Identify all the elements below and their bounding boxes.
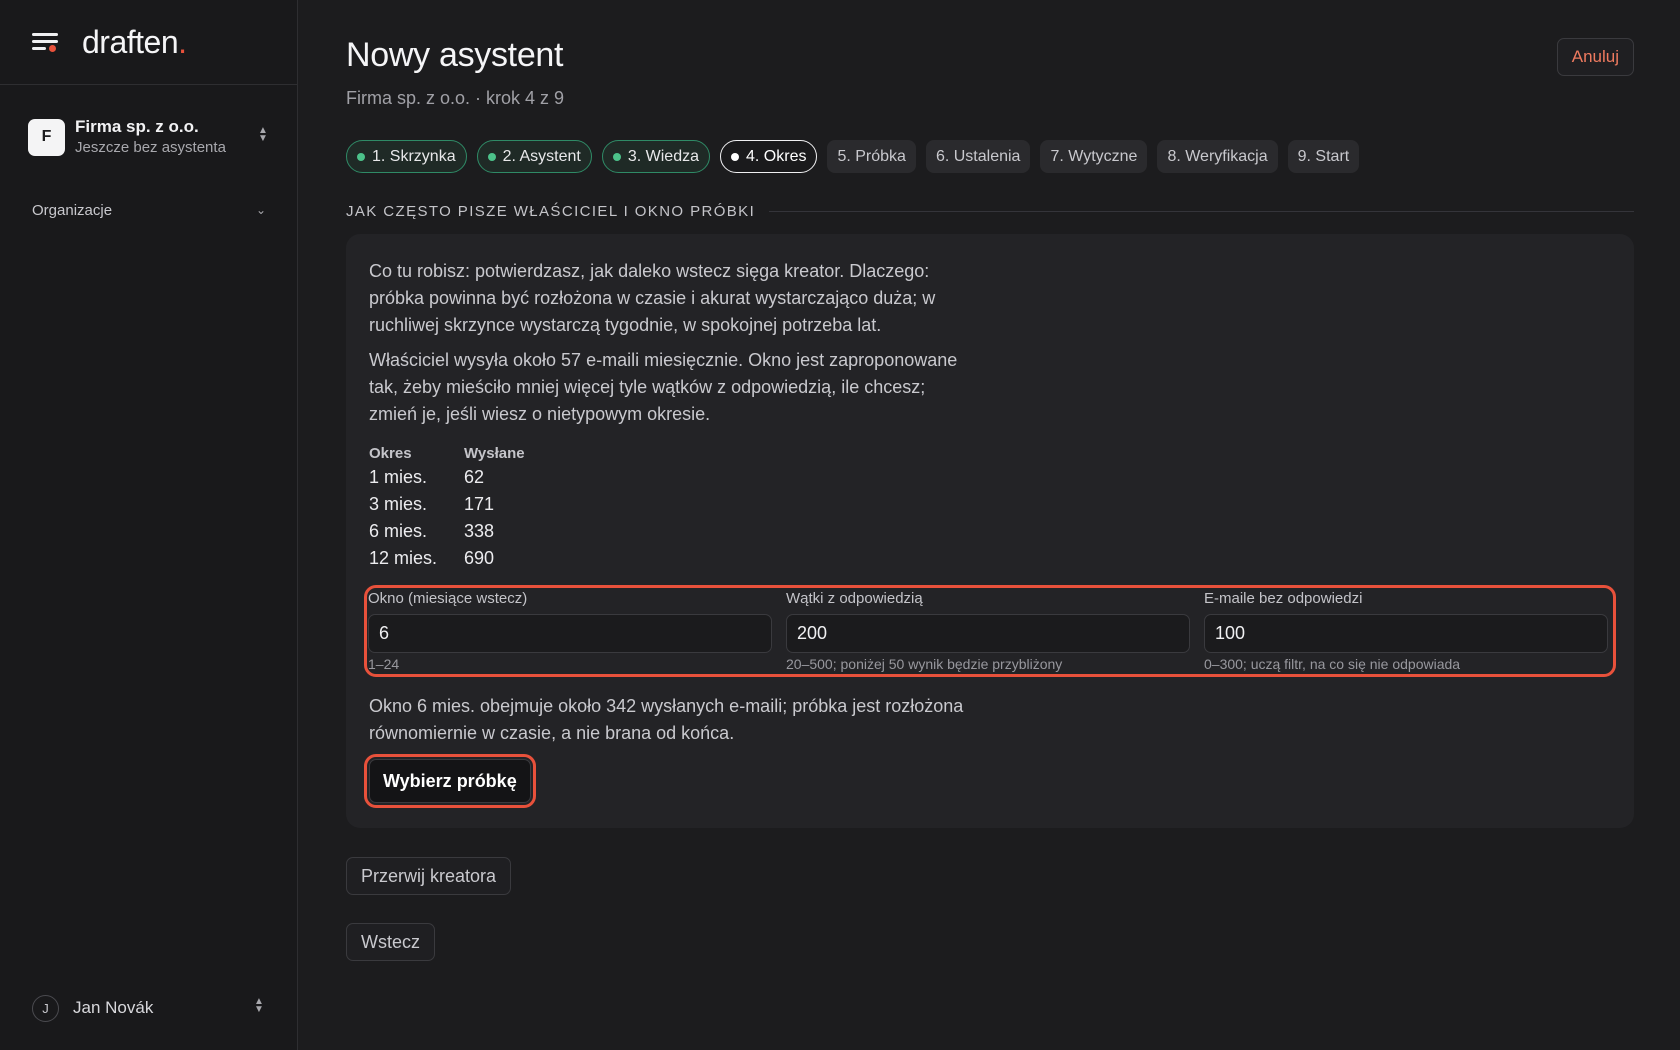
sent-cell: 62: [464, 467, 485, 487]
chevron-up-down-icon: ▲ ▼: [258, 125, 268, 144]
wizard-step[interactable]: 1. Skrzynka: [346, 140, 467, 173]
step-done-dot-icon: [487, 152, 496, 161]
org-subtitle: Jeszcze bez asystenta: [75, 139, 226, 156]
wizard-step-label: 4. Okres: [746, 147, 807, 165]
wizard-step-label: 8. Weryfikacja: [1167, 147, 1268, 165]
period-cell: 6 mies.: [369, 521, 428, 541]
field-hint: 20–500; poniżej 50 wynik będzie przybliż…: [786, 656, 1063, 672]
org-switcher[interactable]: F Firma sp. z o.o. Jeszcze bez asystenta…: [28, 115, 270, 159]
user-menu[interactable]: J Jan Novák ▲ ▼: [32, 994, 266, 1022]
abort-wizard-button[interactable]: Przerwij kreatora: [346, 857, 512, 895]
summary-text: Okno 6 mies. obejmuje około 342 wysłanyc…: [369, 696, 964, 743]
page-subtitle: Firma sp. z o.o. · krok 4 z 9: [346, 88, 565, 108]
period-cell: 12 mies.: [369, 548, 438, 568]
wizard-step[interactable]: 9. Start: [1287, 140, 1360, 173]
wizard-step[interactable]: 6. Ustalenia: [925, 140, 1031, 173]
field-label: Okno (miesiące wstecz): [368, 590, 528, 607]
wizard-step[interactable]: 5. Próbka: [827, 140, 916, 173]
nav-group-organizations[interactable]: Organizacje ⌄: [32, 198, 266, 222]
step-done-dot-icon: [357, 152, 365, 161]
table-row: 1 mies. 62: [369, 464, 525, 491]
wizard-step[interactable]: 7. Wytyczne: [1040, 140, 1148, 173]
replied-threads-input[interactable]: [786, 614, 1190, 653]
window-months-input[interactable]: [368, 614, 772, 653]
period-cell: 1 mies.: [369, 467, 428, 487]
sent-cell: 690: [464, 548, 495, 568]
info-text: Właściciel wysyła około 57 e-maili miesi…: [369, 350, 958, 424]
chevron-up-down-icon: ▲ ▼: [254, 996, 264, 1015]
field-label: Wątki z odpowiedzią: [786, 590, 923, 607]
wizard-step[interactable]: 3. Wiedza: [601, 140, 710, 173]
intro-text: Co tu robisz: potwierdzasz, jak daleko w…: [369, 261, 936, 335]
sidebar: draften. F Firma sp. z o.o. Jeszcze bez …: [0, 0, 298, 1050]
user-name: Jan Novák: [73, 998, 154, 1017]
table-row: 3 mies. 171: [369, 491, 525, 518]
wizard-step-label: 1. Skrzynka: [372, 147, 456, 165]
unreplied-emails-field: E-maile bez odpowiedzi 0–300; uczą filtr…: [1204, 589, 1608, 672]
wizard-step-label: 9. Start: [1297, 147, 1350, 165]
wizard-step-label: 7. Wytyczne: [1050, 147, 1138, 165]
sent-stats-table: Okres Wysłane 1 mies. 62 3 mies. 171 6 m…: [369, 442, 525, 572]
org-name: Firma sp. z o.o.: [75, 117, 199, 136]
table-row: 6 mies. 338: [369, 518, 525, 545]
period-cell: 3 mies.: [369, 494, 428, 514]
wizard-step-label: 6. Ustalenia: [935, 147, 1021, 165]
table-header: Okres Wysłane: [369, 442, 525, 464]
pick-sample-button[interactable]: Wybierz próbkę: [364, 754, 536, 808]
menu-icon[interactable]: [32, 31, 58, 53]
field-hint: 0–300; uczą filtr, na co się nie odpowia…: [1204, 656, 1461, 672]
period-card: Co tu robisz: potwierdzasz, jak daleko w…: [346, 234, 1634, 828]
replied-threads-field: Wątki z odpowiedzią 20–500; poniżej 50 w…: [786, 589, 1190, 672]
divider: [769, 211, 1634, 212]
main-content: Nowy asystent Firma sp. z o.o. · krok 4 …: [346, 0, 1634, 1050]
column-header: Wysłane: [464, 444, 525, 462]
logo: draften.: [82, 23, 187, 60]
table-row: 12 mies. 690: [369, 545, 525, 572]
wizard-step-label: 2. Asystent: [502, 147, 581, 165]
chevron-down-icon: ⌄: [255, 203, 266, 217]
wizard-step-label: 5. Próbka: [837, 147, 906, 165]
sidebar-header: draften.: [0, 0, 297, 85]
wizard-step[interactable]: 8. Weryfikacja: [1157, 140, 1278, 173]
section-title: JAK CZĘSTO PISZE WŁAŚCICIEL I OKNO PRÓBK…: [346, 203, 756, 220]
page-title: Nowy asystent: [346, 36, 564, 74]
step-done-dot-icon: [612, 152, 621, 161]
field-hint: 1–24: [368, 656, 400, 672]
wizard-step[interactable]: 2. Asystent: [476, 140, 592, 173]
unreplied-emails-input[interactable]: [1204, 614, 1608, 653]
org-avatar: F: [28, 118, 65, 156]
step-current-dot-icon: [731, 152, 739, 161]
sent-cell: 338: [464, 521, 495, 541]
sent-cell: 171: [464, 494, 495, 514]
field-label: E-maile bez odpowiedzi: [1204, 590, 1363, 607]
window-months-field: Okno (miesiące wstecz) 1–24: [368, 589, 772, 672]
wizard-step-label: 3. Wiedza: [627, 147, 699, 165]
cancel-button[interactable]: Anuluj: [1556, 38, 1634, 76]
sample-settings-fields: Okno (miesiące wstecz) 1–24 Wątki z odpo…: [364, 585, 1616, 677]
user-avatar: J: [32, 994, 59, 1022]
column-header: Okres: [369, 444, 412, 462]
back-button[interactable]: Wstecz: [346, 923, 436, 961]
wizard-step[interactable]: 4. Okres: [720, 140, 818, 173]
wizard-steps: 1. Skrzynka 2. Asystent 3. Wiedza 4. Okres 5…: [346, 140, 1360, 173]
nav-group-label: Organizacje: [32, 201, 113, 219]
section-header: JAK CZĘSTO PISZE WŁAŚCICIEL I OKNO PRÓBK…: [346, 203, 1634, 220]
